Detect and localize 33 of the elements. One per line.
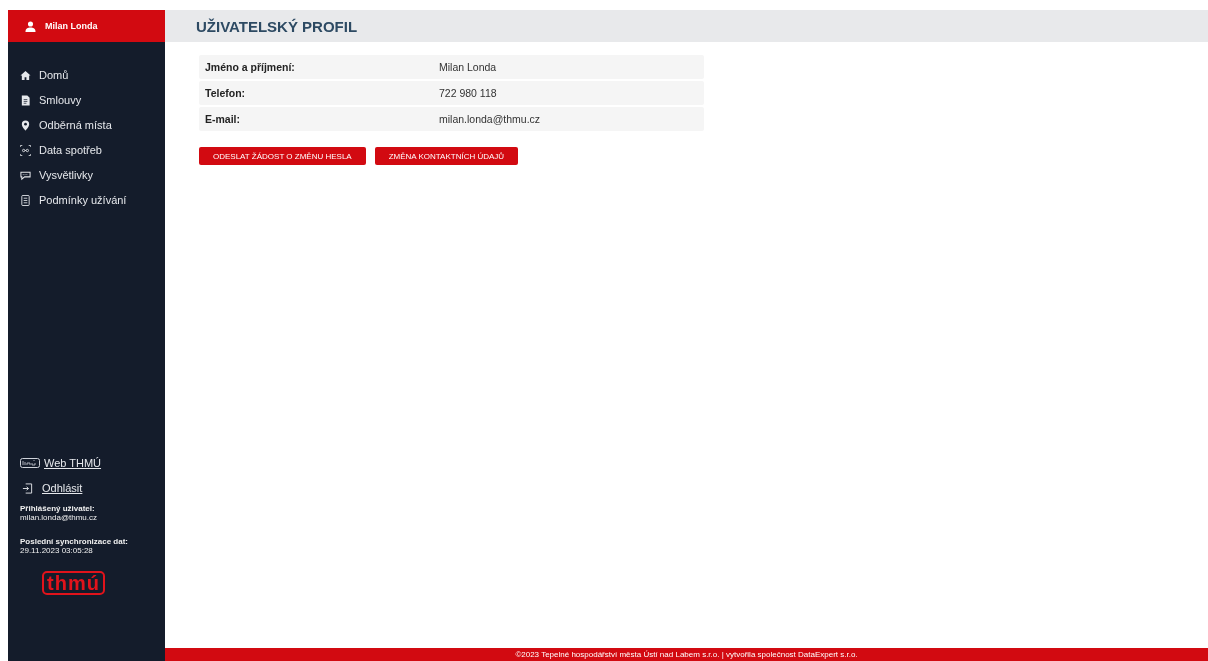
nav-link[interactable]: Odběrná místa [20,116,112,134]
info-label: Poslední synchronizace dat: [20,537,130,546]
location-pin-icon [20,119,31,131]
user-name: Milan Londa [45,21,98,31]
nav-link[interactable]: Domů [20,66,69,84]
speech-bubble-icon [20,169,31,181]
document-icon [20,94,31,106]
logo: thmú [42,571,105,595]
logo-badge-icon [20,458,40,468]
nav-link[interactable]: Data spotřeb [20,141,102,159]
field-label: E-mail: [204,113,241,125]
list-document-icon [20,194,31,206]
info-value: 29.11.2023 03:05:28 [20,546,93,555]
info-value: milan.londa@thmu.cz [20,513,98,522]
footer-bar: ©2023 Tepelné hospodářství města Ústí nad Labem s.r.o. | vytvořila společnost DataExpert s.r.o. [165,648,1208,661]
nav-link[interactable]: Vysvětlivky [20,166,93,184]
home-icon [20,69,31,81]
info-label: Přihlášený uživatel: [20,504,96,513]
field-label: Jméno a příjmení: [204,61,296,73]
nav-link[interactable]: Podmínky užívání [20,191,127,209]
website-link[interactable]: Web THMÚ [20,454,102,472]
field-value: 722 980 118 [439,87,498,99]
field-value: Milan Londa [439,61,498,73]
field-label: Telefon: [204,87,247,99]
edit-contact-button[interactable]: ZMĚNA KONTAKTNÍCH ÚDAJŮ [374,147,519,165]
user-icon [25,20,36,32]
nav-link[interactable]: Smlouvy [20,91,82,109]
logout-link[interactable]: Odhlásit [20,479,83,497]
field-value: milan.londa@thmu.cz [439,113,542,125]
scatter-nodes-icon [20,144,31,156]
logout-icon [22,482,33,494]
page-title: UŽIVATELSKÝ PROFIL [196,17,358,35]
change-password-button[interactable]: ODESLAT ŽÁDOST O ZMĚNU HESLA [199,147,366,165]
